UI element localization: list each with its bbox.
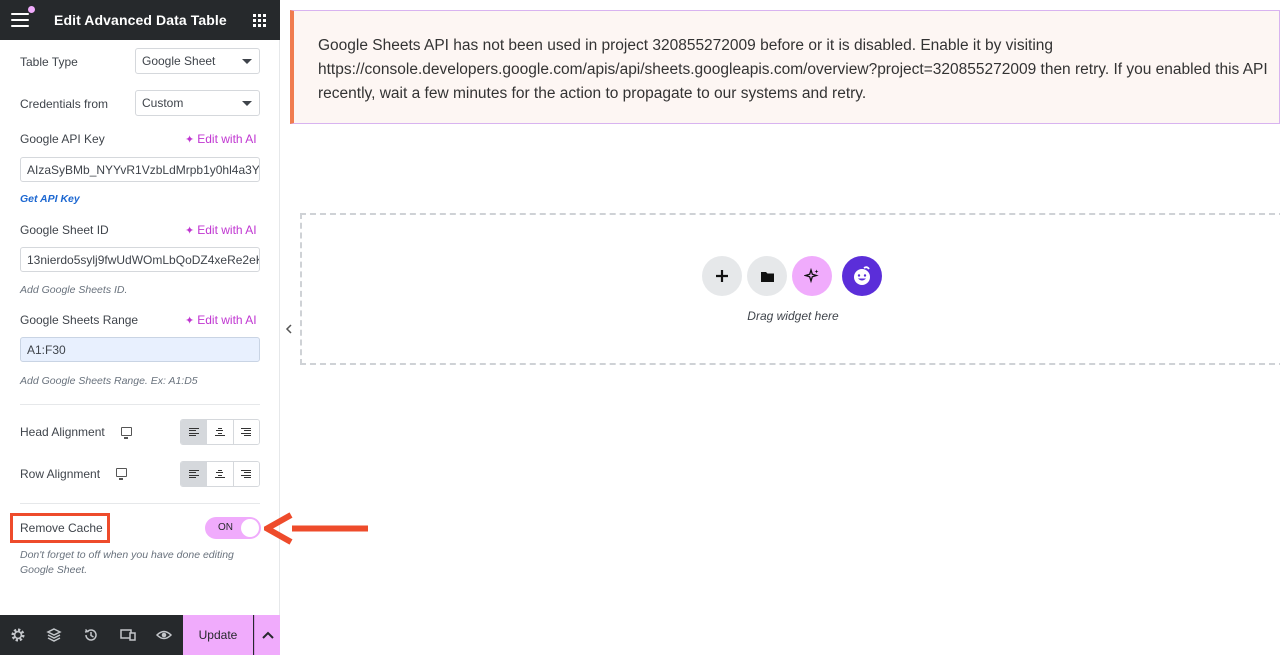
api-key-edit-ai-button[interactable]: ✦ Edit with AI xyxy=(185,132,257,146)
chevron-left-icon xyxy=(285,324,292,334)
edit-ai-label: Edit with AI xyxy=(197,313,257,327)
preview-eye-icon[interactable] xyxy=(155,626,173,644)
sparkle-icon: ✦ xyxy=(185,225,195,237)
credentials-select[interactable]: Custom xyxy=(135,90,260,116)
align-right-icon xyxy=(241,469,252,479)
align-center-icon xyxy=(214,469,225,479)
toggle-state-text: ON xyxy=(218,522,233,533)
get-api-key-link[interactable]: Get API Key xyxy=(20,193,80,205)
align-right-button[interactable] xyxy=(233,420,259,444)
align-right-icon xyxy=(241,427,252,437)
sheet-id-help: Add Google Sheets ID. xyxy=(20,284,128,296)
section-divider xyxy=(20,503,260,504)
plus-icon xyxy=(716,270,728,282)
section-divider xyxy=(20,404,260,405)
add-section-button[interactable] xyxy=(702,256,742,296)
row-alignment-label: Row Alignment xyxy=(20,467,101,481)
add-template-button[interactable] xyxy=(747,256,787,296)
head-alignment-control xyxy=(180,419,260,445)
sheet-id-edit-ai-button[interactable]: ✦ Edit with AI xyxy=(185,223,257,237)
sheet-id-input[interactable]: 13nierdo5sylj9fwUdWOmLbQoDZ4xeRe2eKw xyxy=(20,247,260,272)
ai-generate-button[interactable] xyxy=(792,256,832,296)
editor-sidebar: Edit Advanced Data Table Table Type Goog… xyxy=(0,0,280,655)
desktop-icon[interactable] xyxy=(121,427,132,439)
credentials-value: Custom xyxy=(142,96,184,110)
align-center-button[interactable] xyxy=(207,462,234,486)
sheet-range-input[interactable]: A1:F30 xyxy=(20,337,260,362)
toggle-knob xyxy=(241,519,259,537)
row-alignment-control xyxy=(180,461,260,487)
settings-gear-icon[interactable] xyxy=(9,626,27,644)
chevron-up-icon xyxy=(261,631,274,639)
table-type-label: Table Type xyxy=(20,55,78,69)
menu-icon[interactable] xyxy=(11,13,29,27)
history-icon[interactable] xyxy=(82,626,100,644)
folder-icon xyxy=(760,271,774,282)
annotation-arrow-icon xyxy=(264,512,368,545)
sparkle-icon: ✦ xyxy=(185,315,195,327)
remove-cache-label: Remove Cache xyxy=(20,521,103,535)
notification-dot xyxy=(28,6,35,13)
sheet-range-edit-ai-button[interactable]: ✦ Edit with AI xyxy=(185,313,257,327)
editor-app: Edit Advanced Data Table Table Type Goog… xyxy=(0,0,1280,655)
sidebar-header: Edit Advanced Data Table xyxy=(0,0,280,40)
error-alert: Google Sheets API has not been used in p… xyxy=(290,10,1280,124)
align-left-button[interactable] xyxy=(181,420,208,444)
edit-ai-label: Edit with AI xyxy=(197,132,257,146)
chevron-down-icon xyxy=(242,101,252,106)
align-center-icon xyxy=(214,427,225,437)
table-type-value: Google Sheet xyxy=(142,54,216,68)
sidebar-footer: Update xyxy=(0,615,280,655)
widget-dropzone[interactable] xyxy=(300,213,1280,365)
align-left-icon xyxy=(188,469,199,479)
update-button[interactable]: Update xyxy=(183,615,253,655)
chevron-down-icon xyxy=(242,59,252,64)
layers-icon[interactable] xyxy=(45,626,63,644)
happy-addons-button[interactable] xyxy=(842,256,882,296)
align-left-button[interactable] xyxy=(181,462,208,486)
sheet-range-help: Add Google Sheets Range. Ex: A1:D5 xyxy=(20,375,198,387)
api-key-input[interactable]: AIzaSyBMb_NYYvR1VzbLdMrpb1y0hl4a3Y xyxy=(20,157,260,182)
credentials-label: Credentials from xyxy=(20,97,109,111)
ai-sparkle-icon xyxy=(804,268,819,284)
sheet-id-label: Google Sheet ID xyxy=(20,223,109,237)
align-center-button[interactable] xyxy=(207,420,234,444)
responsive-mode-icon[interactable] xyxy=(119,626,137,644)
edit-ai-label: Edit with AI xyxy=(197,223,257,237)
api-key-label: Google API Key xyxy=(20,132,105,146)
desktop-icon[interactable] xyxy=(116,468,127,480)
table-type-select[interactable]: Google Sheet xyxy=(135,48,260,74)
smiley-logo-icon xyxy=(854,266,870,285)
alert-message: Google Sheets API has not been used in p… xyxy=(318,37,1268,102)
align-right-button[interactable] xyxy=(233,462,259,486)
sheet-range-label: Google Sheets Range xyxy=(20,313,139,327)
collapse-panel-button[interactable] xyxy=(281,314,295,344)
remove-cache-toggle[interactable]: ON xyxy=(205,517,261,539)
head-alignment-label: Head Alignment xyxy=(20,425,105,439)
update-options-button[interactable] xyxy=(254,615,280,655)
sparkle-icon: ✦ xyxy=(185,134,195,146)
align-left-icon xyxy=(188,427,199,437)
remove-cache-help: Don't forget to off when you have done e… xyxy=(20,549,234,576)
panel-title: Edit Advanced Data Table xyxy=(54,12,227,28)
widgets-grid-icon[interactable] xyxy=(253,14,266,27)
dropzone-hint: Drag widget here xyxy=(747,309,839,323)
